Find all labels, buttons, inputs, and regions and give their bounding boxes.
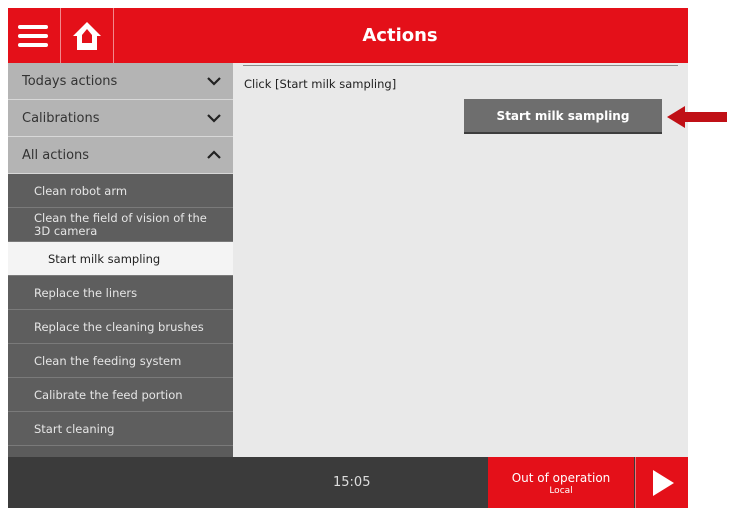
sidebar-item-label: Replace the liners (34, 285, 138, 300)
start-milk-sampling-button[interactable]: Start milk sampling (464, 99, 662, 132)
section-calibrations[interactable]: Calibrations (8, 100, 233, 137)
sidebar-item-label: Start milk sampling (48, 251, 161, 266)
sidebar-item-label: Clean robot arm (34, 183, 128, 198)
footer-bar: 15:05 Out of operation Local (8, 457, 688, 508)
divider (243, 65, 678, 66)
chevron-down-icon (207, 77, 221, 86)
status-main-label: Out of operation (511, 471, 611, 485)
section-label: Calibrations (22, 110, 100, 126)
sidebar-item-calibrate-feed-portion[interactable]: Calibrate the feed portion (8, 378, 233, 412)
home-icon (73, 21, 101, 50)
sidebar-item-label: Replace the cleaning brushes (34, 319, 204, 334)
play-button[interactable] (635, 457, 688, 508)
main-panel: Click [Start milk sampling] Start milk s… (233, 63, 688, 457)
chevron-down-icon (207, 114, 221, 123)
chevron-up-icon (207, 150, 221, 159)
sidebar-item-replace-liners[interactable]: Replace the liners (8, 276, 233, 310)
sidebar-item-start-cleaning[interactable]: Start cleaning (8, 412, 233, 446)
sidebar: Todays actions Calibrations All actions … (8, 63, 233, 457)
section-all-actions[interactable]: All actions (8, 137, 233, 174)
section-label: All actions (22, 147, 90, 163)
page-title: Actions (362, 25, 438, 46)
menu-button[interactable] (8, 8, 58, 63)
sidebar-item-label: Clean the field of vision of the 3D came… (34, 210, 207, 238)
instruction-text: Click [Start milk sampling] (244, 77, 397, 91)
sidebar-item-replace-cleaning-brushes[interactable]: Replace the cleaning brushes (8, 310, 233, 344)
sidebar-item-clean-robot-arm[interactable]: Clean robot arm (8, 174, 233, 208)
sidebar-item-label: Clean the feeding system (34, 353, 182, 368)
sidebar-item-start-milk-sampling[interactable]: Start milk sampling (8, 242, 233, 276)
status-sub-label: Local (549, 486, 573, 496)
sidebar-item-label: Start cleaning (34, 421, 115, 436)
clock: 15:05 (333, 475, 371, 490)
menu-icon (18, 24, 48, 47)
sidebar-item-clean-feeding-system[interactable]: Clean the feeding system (8, 344, 233, 378)
play-icon (652, 469, 674, 496)
arrow-left-icon (667, 106, 727, 128)
app-window: Actions Todays actions Calibrations All … (8, 8, 688, 508)
sidebar-item-label: Calibrate the feed portion (34, 387, 183, 402)
operation-status-button[interactable]: Out of operation Local (488, 457, 634, 508)
header-bar: Actions (8, 8, 688, 63)
home-button[interactable] (60, 8, 114, 63)
section-label: Todays actions (22, 73, 118, 89)
sidebar-item-clean-3d-camera[interactable]: Clean the field of vision of the 3D came… (8, 208, 233, 242)
section-todays-actions[interactable]: Todays actions (8, 63, 233, 100)
